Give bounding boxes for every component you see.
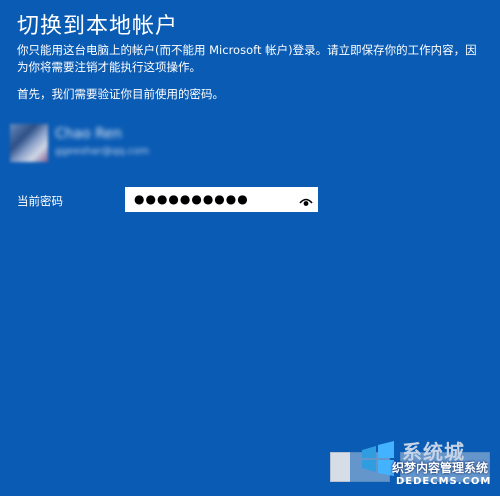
description-text: 你只能用这台电脑上的帐户(而不能用 Microsoft 帐户)登录。请立即保存你… xyxy=(17,43,477,74)
password-value[interactable]: ●●●●●●●●●● xyxy=(134,192,249,206)
eye-icon[interactable] xyxy=(299,193,313,206)
instruction-text: 首先，我们需要验证你目前使用的密码。 xyxy=(17,87,224,101)
account-email: ggeeshar@qq.com xyxy=(55,146,150,157)
avatar xyxy=(10,124,48,162)
account-name: Chao Ren xyxy=(55,126,122,142)
page-title: 切换到本地帐户 xyxy=(17,14,179,39)
password-label: 当前密码 xyxy=(17,194,63,208)
watermark-url: DEDECMS.COM xyxy=(396,476,492,487)
account-card: Chao Ren ggeeshar@qq.com xyxy=(10,124,210,164)
password-field[interactable]: ●●●●●●●●●● xyxy=(125,187,318,212)
watermark-subtitle: 织梦内容管理系统 xyxy=(392,461,489,475)
watermark: 系统城 织梦内容管理系统 DEDECMS.COM xyxy=(350,432,500,496)
window: { "page": { "title": "切换到本地帐户", "descrip… xyxy=(0,0,500,496)
